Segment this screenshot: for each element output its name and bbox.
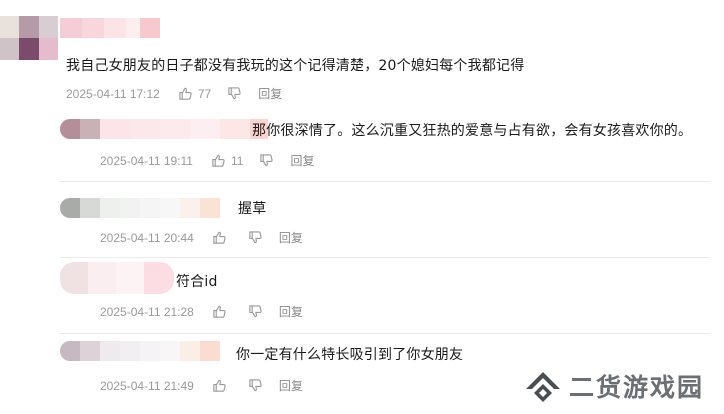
divider xyxy=(60,333,710,334)
comment-meta: 2025-04-11 19:11 11 回复 xyxy=(100,152,314,169)
thumbs-down-icon xyxy=(260,154,274,167)
like-button[interactable] xyxy=(212,230,232,245)
thumbs-down-icon xyxy=(249,231,262,244)
username[interactable] xyxy=(60,18,160,38)
thumbs-up-icon xyxy=(213,231,226,244)
watermark-logo-icon xyxy=(525,372,560,402)
reply-user[interactable] xyxy=(60,341,220,361)
timestamp: 2025-04-11 21:28 xyxy=(100,304,194,319)
thumbs-up-icon xyxy=(213,379,226,392)
like-button[interactable] xyxy=(212,304,232,319)
reply-user[interactable] xyxy=(60,198,220,218)
thumbs-down-icon xyxy=(249,379,262,392)
reply-button[interactable]: 回复 xyxy=(290,152,314,169)
like-button[interactable]: 11 xyxy=(211,153,243,168)
comment-text: 那你很深情了。这么沉重又狂热的爱意与占有欲，会有女孩喜欢你的。 xyxy=(252,123,693,139)
thumbs-up-icon xyxy=(213,305,226,318)
dislike-button[interactable] xyxy=(248,378,263,393)
dislike-button[interactable] xyxy=(227,86,242,101)
reply-button[interactable]: 回复 xyxy=(258,85,282,102)
comment-text: 你一定有什么特长吸引到了你女朋友 xyxy=(236,347,464,363)
comment-text: 符合id xyxy=(176,274,218,290)
comment-meta: 2025-04-11 21:49 回复 xyxy=(100,377,303,394)
watermark-text: 二货游戏园 xyxy=(568,373,704,402)
like-button[interactable] xyxy=(212,378,232,393)
thumbs-up-icon xyxy=(179,87,192,100)
timestamp: 2025-04-11 20:44 xyxy=(100,230,194,245)
like-count: 11 xyxy=(230,153,244,168)
comment-text: 握草 xyxy=(238,201,267,217)
comment-meta: 2025-04-11 21:28 回复 xyxy=(100,303,303,320)
reply-button[interactable]: 回复 xyxy=(279,377,303,394)
watermark: 二货游戏园 xyxy=(523,368,704,404)
dislike-button[interactable] xyxy=(248,304,263,319)
dislike-button[interactable] xyxy=(259,153,274,168)
reply-user[interactable] xyxy=(60,262,174,294)
dislike-button[interactable] xyxy=(248,230,263,245)
thumbs-up-icon xyxy=(212,154,225,167)
reply-button[interactable]: 回复 xyxy=(279,229,303,246)
comment-text: 我自己女朋友的日子都没有我玩的这个记得清楚，20个媳妇每个我都记得 xyxy=(66,58,525,74)
thumbs-down-icon xyxy=(228,87,241,100)
thumbs-down-icon xyxy=(249,305,262,318)
comment-meta: 2025-04-11 20:44 回复 xyxy=(100,229,303,246)
reply-user[interactable] xyxy=(60,119,268,139)
divider xyxy=(60,257,710,258)
reply-button[interactable]: 回复 xyxy=(279,303,303,320)
like-button[interactable]: 77 xyxy=(178,86,211,101)
timestamp: 2025-04-11 17:12 xyxy=(66,86,160,101)
timestamp: 2025-04-11 21:49 xyxy=(100,378,194,393)
timestamp: 2025-04-11 19:11 xyxy=(100,153,193,168)
divider xyxy=(60,181,710,182)
comment-meta: 2025-04-11 17:12 77 回复 xyxy=(66,85,282,102)
like-count: 77 xyxy=(197,86,212,101)
avatar[interactable] xyxy=(0,16,58,60)
